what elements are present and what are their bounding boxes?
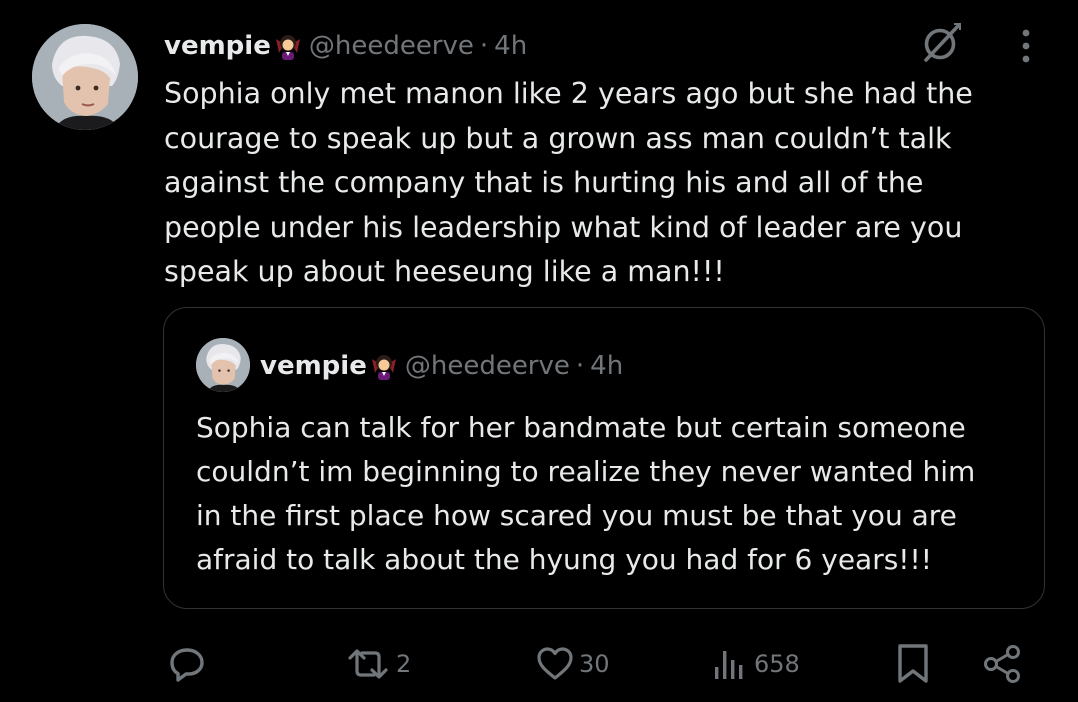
- repost-count: 2: [396, 650, 412, 678]
- heart-icon: [535, 643, 575, 685]
- repost-button[interactable]: 2: [344, 636, 411, 692]
- quoted-timestamp[interactable]: 4h: [590, 351, 623, 381]
- views-count: 658: [754, 650, 800, 678]
- quoted-text: Sophia can talk for her bandmate but cer…: [196, 411, 976, 576]
- action-bar: 2 30 658: [0, 636, 1078, 692]
- quoted-handle[interactable]: @heedeerve: [405, 351, 570, 381]
- quoted-header: vempie @heedeerve · 4h: [260, 346, 623, 386]
- woman-vampire-emoji-icon: [369, 351, 399, 381]
- avatar[interactable]: [32, 24, 138, 130]
- share-button[interactable]: [980, 636, 1024, 692]
- views-icon: [712, 643, 750, 685]
- tweet-header: vempie @heedeerve · 4h: [164, 26, 527, 66]
- tweet-text: Sophia only met manon like 2 years ago b…: [164, 77, 973, 288]
- more-options-icon[interactable]: [1012, 24, 1040, 68]
- views-button[interactable]: 658: [712, 636, 800, 692]
- separator-dot: ·: [479, 31, 489, 61]
- woman-vampire-emoji-icon: [273, 31, 303, 61]
- timestamp[interactable]: 4h: [494, 31, 527, 61]
- reply-button[interactable]: [166, 636, 208, 692]
- like-count: 30: [579, 650, 610, 678]
- share-icon: [980, 642, 1024, 686]
- handle[interactable]: @heedeerve: [309, 31, 474, 61]
- quoted-avatar[interactable]: [196, 338, 250, 392]
- repost-icon: [344, 643, 392, 685]
- grok-icon[interactable]: [918, 20, 964, 66]
- bookmark-icon: [893, 641, 933, 687]
- tweet: vempie @heedeerve · 4h Sophia only met m…: [0, 0, 1078, 702]
- bookmark-button[interactable]: [893, 636, 933, 692]
- separator-dot: ·: [575, 351, 585, 381]
- quoted-tweet[interactable]: vempie @heedeerve · 4h Sophia can talk f…: [163, 307, 1045, 609]
- like-button[interactable]: 30: [535, 636, 610, 692]
- quoted-display-name[interactable]: vempie: [260, 351, 367, 381]
- display-name[interactable]: vempie: [164, 31, 271, 61]
- reply-icon: [166, 643, 208, 685]
